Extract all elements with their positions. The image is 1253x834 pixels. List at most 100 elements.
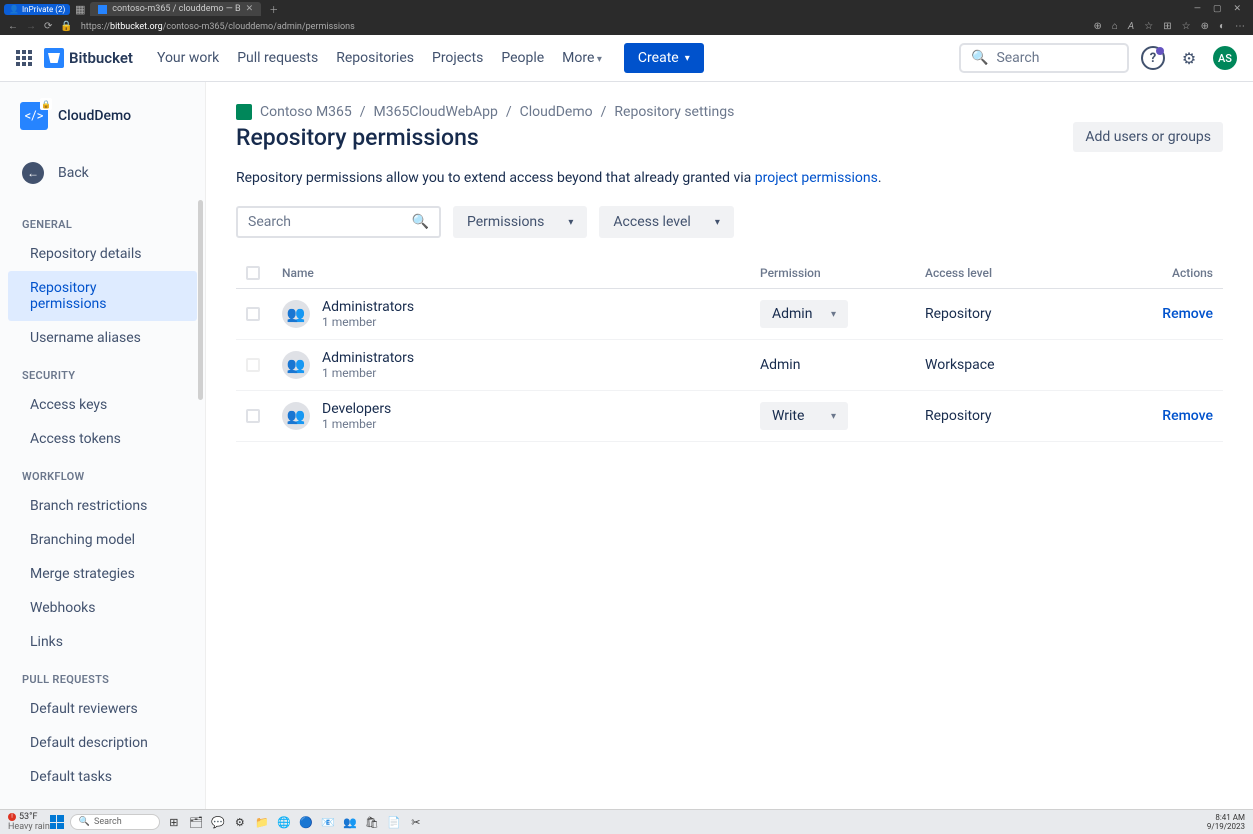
bitbucket-icon: [44, 48, 64, 68]
nav-pull-requests[interactable]: Pull requests: [237, 50, 318, 66]
sidebar: </>🔒 CloudDemo ← Back GENERAL Repository…: [0, 82, 206, 809]
permission-dropdown[interactable]: Admin: [760, 300, 848, 328]
product-name: Bitbucket: [69, 49, 133, 67]
select-all-checkbox[interactable]: [246, 266, 260, 280]
settings-icon[interactable]: ⚙: [232, 814, 248, 830]
nav-more[interactable]: More: [562, 50, 602, 66]
back-link[interactable]: ← Back: [0, 152, 205, 194]
permissions-table: Name Permission Access level Actions 👥 A…: [236, 258, 1223, 442]
nav-your-work[interactable]: Your work: [157, 50, 219, 66]
teams-icon[interactable]: 👥: [342, 814, 358, 830]
close-window-icon[interactable]: ✕: [1233, 4, 1241, 14]
sidebar-item-webhooks[interactable]: Webhooks: [8, 591, 197, 625]
nav-repositories[interactable]: Repositories: [336, 50, 414, 66]
group-icon: 👥: [282, 300, 310, 328]
taskbar-search[interactable]: 🔍Search: [70, 814, 160, 830]
sidebar-item-merge-strategies[interactable]: Merge strategies: [8, 557, 197, 591]
search-icon: 🔍: [971, 50, 988, 66]
sidebar-item-access-keys[interactable]: Access keys: [8, 388, 197, 422]
outlook-icon[interactable]: 📧: [320, 814, 336, 830]
repo-header[interactable]: </>🔒 CloudDemo: [0, 98, 205, 140]
url-field[interactable]: https://bitbucket.org/contoso-m365/cloud…: [81, 22, 1086, 32]
collections-icon[interactable]: ⊕: [1201, 21, 1209, 32]
row-checkbox[interactable]: [246, 409, 260, 423]
files-icon[interactable]: 📁: [254, 814, 270, 830]
favorite-icon[interactable]: ☆: [1144, 21, 1153, 32]
global-search[interactable]: 🔍 Search: [959, 43, 1129, 73]
shopping-icon[interactable]: ⌂: [1112, 21, 1118, 32]
back-icon[interactable]: ←: [8, 21, 18, 32]
remove-link[interactable]: Remove: [1162, 306, 1213, 322]
breadcrumb-link[interactable]: Repository settings: [614, 104, 734, 120]
maximize-icon[interactable]: ▢: [1213, 4, 1222, 14]
weather-widget[interactable]: !53°F Heavy rain: [8, 813, 50, 832]
sidebar-item-access-tokens[interactable]: Access tokens: [8, 422, 197, 456]
sidebar-item-default-reviewers[interactable]: Default reviewers: [8, 692, 197, 726]
lock-icon[interactable]: 🔒: [60, 21, 72, 32]
section-security: SECURITY: [0, 355, 205, 388]
bitbucket-logo[interactable]: Bitbucket: [44, 48, 133, 68]
header-access: Access level: [925, 266, 1093, 280]
filter-search[interactable]: Search 🔍: [236, 206, 441, 238]
project-permissions-link[interactable]: project permissions: [755, 170, 878, 186]
sidebar-item-username-aliases[interactable]: Username aliases: [8, 321, 197, 355]
store-icon[interactable]: 🛍: [364, 814, 380, 830]
profile-icon[interactable]: ◐: [1219, 21, 1225, 32]
word-icon[interactable]: 📄: [386, 814, 402, 830]
remove-link[interactable]: Remove: [1162, 408, 1213, 424]
explorer-icon[interactable]: 🗂: [188, 814, 204, 830]
settings-icon[interactable]: ⚙: [1177, 46, 1201, 70]
chat-icon[interactable]: 💬: [210, 814, 226, 830]
breadcrumb-link[interactable]: CloudDemo: [520, 104, 593, 120]
url-prefix: https://: [81, 22, 110, 32]
section-general: GENERAL: [0, 204, 205, 237]
nav-projects[interactable]: Projects: [432, 50, 483, 66]
sync-icon[interactable]: ⊕: [1093, 21, 1101, 32]
inprivate-badge[interactable]: InPrivate (2): [4, 4, 70, 15]
section-workflow: WORKFLOW: [0, 456, 205, 489]
row-subtitle: 1 member: [322, 417, 391, 431]
sidebar-item-default-description[interactable]: Default description: [8, 726, 197, 760]
snip-icon[interactable]: ✂: [408, 814, 424, 830]
filter-permissions[interactable]: Permissions: [453, 206, 587, 238]
refresh-icon[interactable]: ⟳: [44, 21, 52, 32]
sidebar-item-branch-restrictions[interactable]: Branch restrictions: [8, 489, 197, 523]
system-tray-clock[interactable]: 8:41 AM 9/19/2023: [1207, 814, 1245, 831]
text-icon[interactable]: A: [1128, 21, 1134, 32]
breadcrumb-link[interactable]: M365CloudWebApp: [374, 104, 498, 120]
favorites-bar-icon[interactable]: ☆: [1182, 21, 1191, 32]
row-checkbox[interactable]: [246, 307, 260, 321]
app-switcher-icon[interactable]: [16, 50, 32, 66]
help-icon[interactable]: ?: [1141, 46, 1165, 70]
edge-icon[interactable]: 🌐: [276, 814, 292, 830]
browser-tab[interactable]: contoso-m365 / clouddemo — B ✕: [90, 2, 261, 16]
extensions-icon[interactable]: ⊞: [1163, 21, 1171, 32]
new-tab-button[interactable]: ＋: [263, 3, 284, 16]
intro-text: Repository permissions allow you to exte…: [236, 170, 1223, 186]
create-button[interactable]: Create: [624, 43, 704, 73]
sidebar-item-default-tasks[interactable]: Default tasks: [8, 760, 197, 794]
row-checkbox[interactable]: [246, 358, 260, 372]
row-access: Repository: [925, 408, 1093, 424]
sidebar-item-branching-model[interactable]: Branching model: [8, 523, 197, 557]
project-icon: [236, 104, 252, 120]
menu-icon[interactable]: ⋯: [1235, 21, 1245, 32]
permission-dropdown[interactable]: Write: [760, 402, 848, 430]
start-button[interactable]: [50, 815, 64, 829]
close-icon[interactable]: ✕: [246, 4, 254, 14]
chrome-icon[interactable]: 🔵: [298, 814, 314, 830]
sidebar-item-links[interactable]: Links: [8, 625, 197, 659]
filter-access-level[interactable]: Access level: [599, 206, 733, 238]
user-avatar[interactable]: AS: [1213, 46, 1237, 70]
breadcrumb-link[interactable]: Contoso M365: [260, 104, 352, 120]
add-users-button[interactable]: Add users or groups: [1073, 122, 1223, 152]
sidebar-item-repository-details[interactable]: Repository details: [8, 237, 197, 271]
scrollbar[interactable]: [198, 200, 203, 400]
permission-static: Admin: [760, 357, 800, 373]
tab-grid-icon[interactable]: ▦: [72, 1, 88, 17]
nav-people[interactable]: People: [501, 50, 544, 66]
sidebar-item-repository-permissions[interactable]: Repository permissions: [8, 271, 197, 321]
forward-icon[interactable]: →: [26, 21, 36, 32]
minimize-icon[interactable]: —: [1194, 4, 1201, 14]
task-view-icon[interactable]: ⊞: [166, 814, 182, 830]
